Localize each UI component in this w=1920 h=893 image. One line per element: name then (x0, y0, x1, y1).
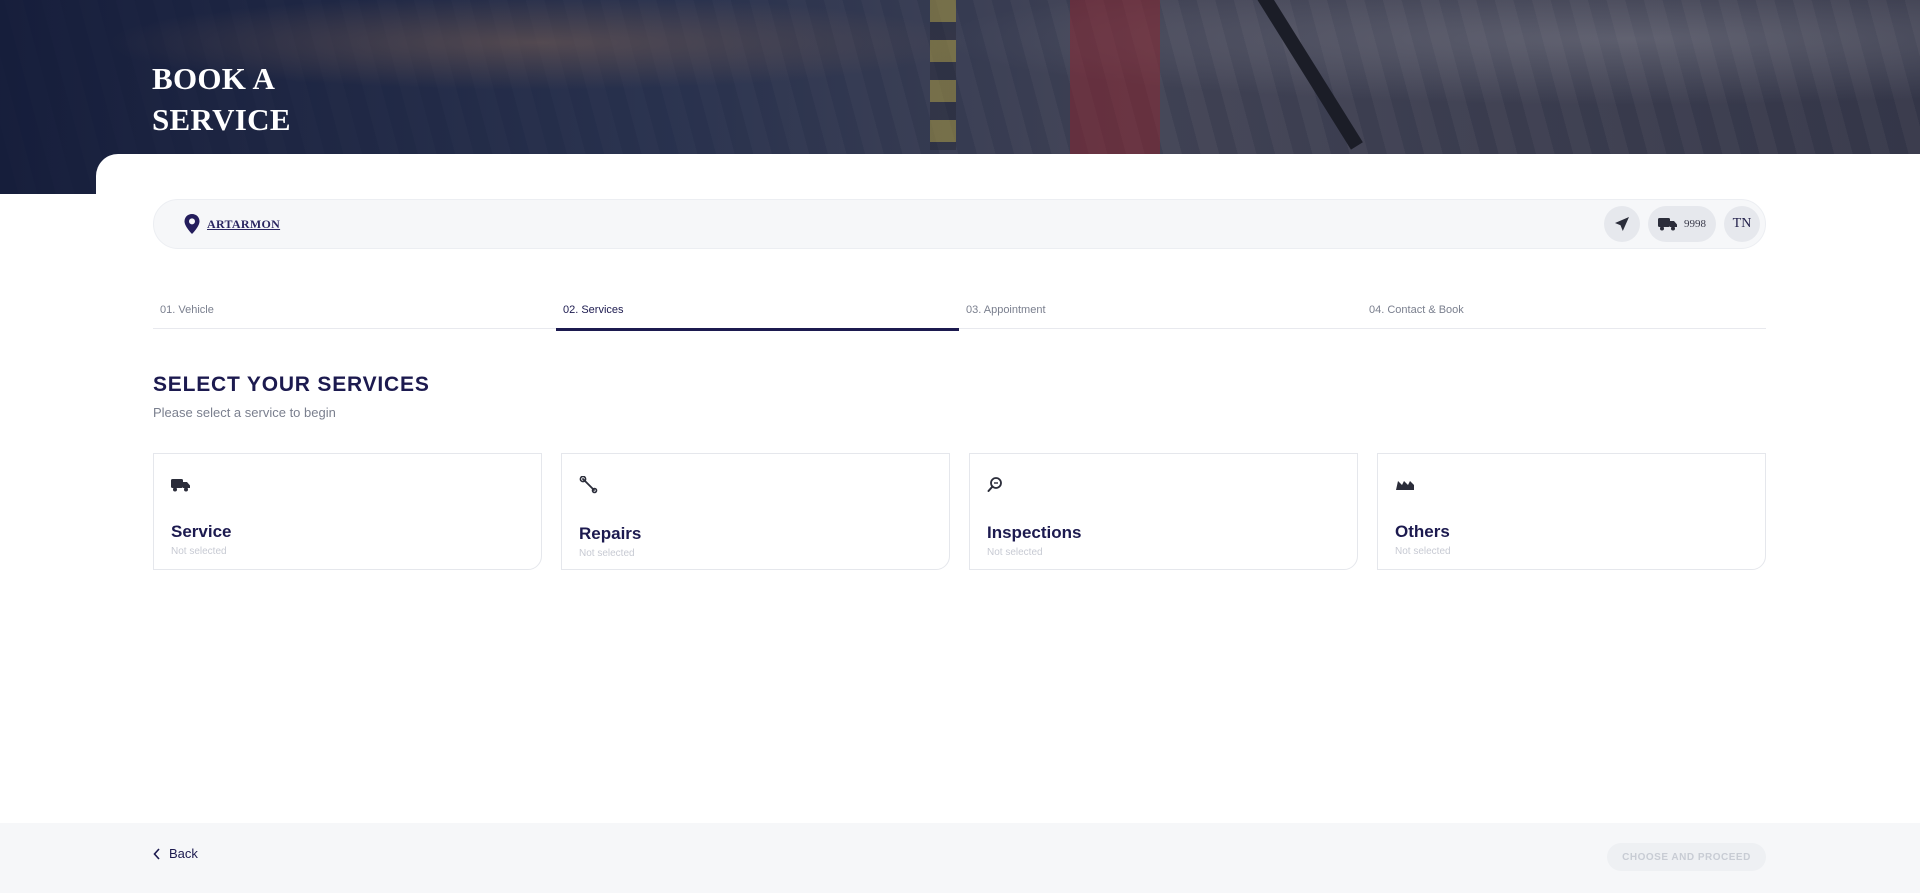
step-vehicle[interactable]: 01. Vehicle (153, 300, 556, 329)
factory-icon (1396, 481, 1414, 490)
card-title: Repairs (579, 524, 642, 543)
page-title-line: SERVICE (152, 102, 291, 137)
hero-background-detail (1245, 0, 1363, 150)
chevron-left-icon (153, 847, 160, 860)
back-label: Back (169, 846, 198, 861)
choose-and-proceed-button[interactable]: CHOOSE AND PROCEED (1607, 843, 1766, 871)
card-title: Service (171, 522, 232, 541)
toolbar-actions: 9998 TN (1604, 206, 1760, 242)
location-bar: ARTARMON 9998 TN (153, 199, 1766, 249)
service-card-repairs[interactable]: Repairs Not selected (561, 453, 950, 570)
map-pin-icon (184, 214, 200, 234)
card-status: Not selected (171, 546, 227, 557)
back-button[interactable]: Back (153, 846, 198, 861)
location-link[interactable]: ARTARMON (207, 217, 280, 232)
service-card-others[interactable]: Others Not selected (1377, 453, 1766, 570)
user-avatar-button[interactable]: TN (1724, 206, 1760, 242)
send-button[interactable] (1604, 206, 1640, 242)
card-title: Others (1395, 522, 1450, 541)
footer-bar: Back CHOOSE AND PROCEED (0, 823, 1920, 893)
card-title: Inspections (987, 523, 1082, 542)
service-card-inspections[interactable]: Inspections Not selected (969, 453, 1358, 570)
step-services[interactable]: 02. Services (556, 300, 959, 331)
wrench-icon (579, 476, 598, 494)
card-status: Not selected (579, 548, 635, 559)
hero-background-detail (930, 0, 956, 150)
truck-icon (171, 479, 190, 492)
page-title-line: BOOK A (152, 61, 276, 96)
avatar-initials: TN (1732, 216, 1752, 231)
hero-background-detail (1070, 0, 1160, 160)
card-status: Not selected (987, 547, 1043, 558)
progress-steps: 01. Vehicle 02. Services 03. Appointment… (153, 300, 1766, 331)
magnifier-icon (987, 477, 1002, 492)
section-title: SELECT YOUR SERVICES (153, 373, 430, 396)
service-card-service[interactable]: Service Not selected (153, 453, 542, 570)
step-appointment[interactable]: 03. Appointment (959, 300, 1362, 329)
truck-icon (1658, 218, 1677, 231)
page-title: BOOK A SERVICE (152, 58, 412, 140)
step-contact-book[interactable]: 04. Contact & Book (1362, 300, 1765, 329)
vehicle-count: 9998 (1684, 218, 1706, 230)
paper-plane-icon (1615, 217, 1629, 231)
vehicle-button[interactable]: 9998 (1648, 206, 1716, 242)
card-status: Not selected (1395, 546, 1451, 557)
section-subtitle: Please select a service to begin (153, 405, 336, 420)
